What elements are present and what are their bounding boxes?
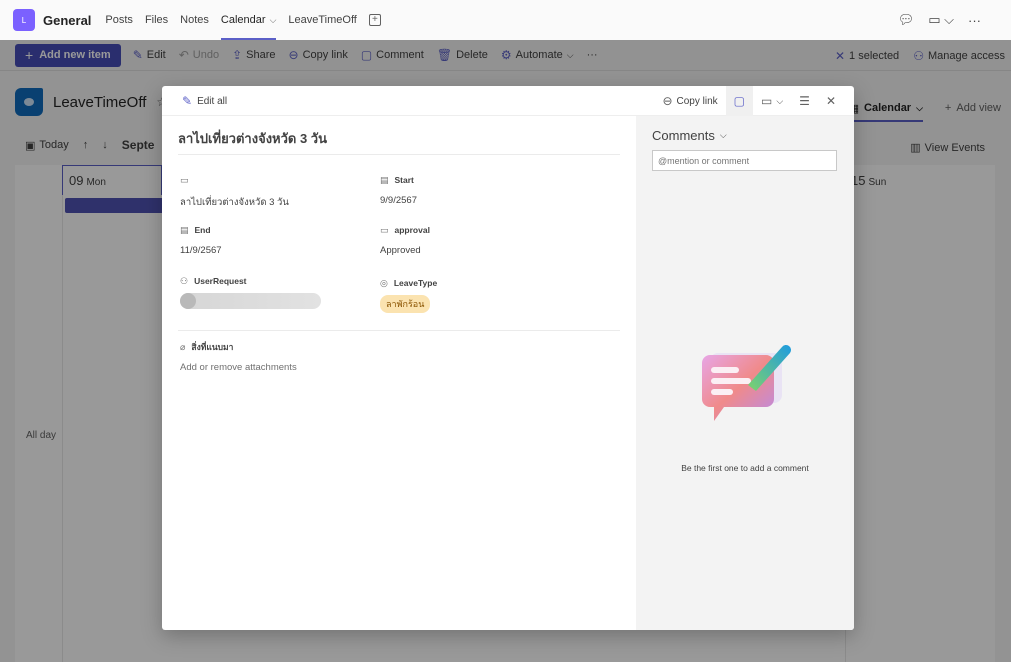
comments-title: Comments [652,128,715,143]
chevron-down-icon: ⌵ [269,14,277,25]
add-tab-icon[interactable]: + [368,14,381,26]
tab-label: LeaveTimeOff [288,14,357,26]
field-value: Approved [380,245,421,256]
person-pill[interactable] [180,293,321,309]
field-label: UserRequest [194,276,247,286]
choice-check-icon: ◎ [380,277,388,288]
tab-notes[interactable]: Notes [180,0,209,40]
leave-type-tag: ลาพักร้อน [380,295,431,313]
field-title[interactable]: ▭ ลาไปเที่ยวต่างจังหวัด 3 วัน [180,174,289,210]
divider [178,330,620,331]
item-title: ลาไปเที่ยวต่างจังหวัด 3 วัน [178,131,327,146]
dialog-header: ✎ Edit all ⊖ Copy link ▢ ▭ ⌵ ☰ ✕ [162,86,854,116]
edit-all-label: Edit all [197,95,228,107]
comment-icon: ▢ [733,94,745,108]
chat-icon[interactable]: 💬︎ [898,12,915,28]
avatar [180,293,196,309]
details-icon: ☰ [799,94,810,108]
field-label: approval [394,225,430,235]
field-label: End [194,225,211,235]
tab-leavetimeoff[interactable]: LeaveTimeOff [288,0,356,40]
tab-files[interactable]: Files [145,0,168,40]
comment-illustration-icon [702,345,791,421]
edit-all-button[interactable]: ✎ Edit all [182,94,227,108]
copy-link-label: Copy link [676,95,718,107]
field-value: 9/9/2567 [380,195,417,206]
link-icon: ⊖ [662,94,673,108]
calendar-icon: ▤ [380,174,389,185]
field-end[interactable]: ▤ End 11/9/2567 [180,224,222,257]
tab-label: Files [144,14,169,26]
more-options-icon[interactable]: ··· [968,13,981,28]
close-dialog-button[interactable]: ✕ [818,86,854,116]
calendar-icon: ▤ [180,224,189,235]
video-call-icon[interactable]: ▭ ⌵ [928,12,954,28]
field-value: 11/9/2567 [180,245,222,256]
field-attachments[interactable]: ⌀ สิ่งที่แนบมา Add or remove attachments [180,341,297,374]
field-start[interactable]: ▤ Start 9/9/2567 [380,174,417,207]
field-user-request[interactable]: ⚇ UserRequest [180,275,321,309]
teams-header: L General Posts Files Notes Calendar ⌵ Le… [0,0,1011,40]
form-options-button[interactable]: ▭ ⌵ [753,86,791,116]
comments-header[interactable]: Comments ⌵ [652,128,727,143]
field-approval[interactable]: ▭ approval Approved [380,224,430,257]
close-icon: ✕ [825,94,836,108]
details-pane-button[interactable]: ☰ [791,86,818,116]
tab-label: Posts [105,14,133,26]
comment-input[interactable] [652,150,837,171]
empty-comments-text: Be the first one to add a comment [681,463,809,473]
team-name: General [43,12,92,28]
chevron-down-icon: ⌵ [776,95,784,106]
tab-posts[interactable]: Posts [105,0,133,40]
text-field-icon: ▭ [180,174,189,185]
chevron-down-icon: ⌵ [719,130,727,140]
field-label: Start [394,175,414,185]
text-field-icon: ▭ [380,224,389,235]
field-label: สิ่งที่แนบมา [191,342,234,352]
tab-calendar[interactable]: Calendar ⌵ [220,0,277,40]
pencil-icon: ✎ [182,94,193,108]
item-form: ลาไปเที่ยวต่างจังหวัด 3 วัน ▭ ลาไปเที่ยว… [162,116,636,630]
field-leave-type[interactable]: ◎ LeaveType ลาพักร้อน [380,277,437,313]
field-label: LeaveType [393,278,438,288]
tab-label: Notes [180,14,209,26]
tab-label: Calendar [220,14,266,26]
team-avatar[interactable]: L [13,9,35,31]
copy-link-button[interactable]: ⊖ Copy link [654,86,725,116]
comments-toggle-button[interactable]: ▢ [725,86,753,116]
paperclip-icon: ⌀ [180,341,186,352]
attachments-hint[interactable]: Add or remove attachments [180,362,297,373]
edit-form-icon: ▭ [761,94,773,108]
person-icon: ⚇ [180,275,189,286]
comments-pane: Comments⌵ Be the first one to add [636,116,854,630]
item-details-dialog: ✎ Edit all ⊖ Copy link ▢ ▭ ⌵ ☰ ✕ ลาไปเที่ยว… [162,86,854,630]
field-value: ลาไปเที่ยวต่างจังหวัด 3 วัน [180,197,289,208]
divider [178,154,620,155]
